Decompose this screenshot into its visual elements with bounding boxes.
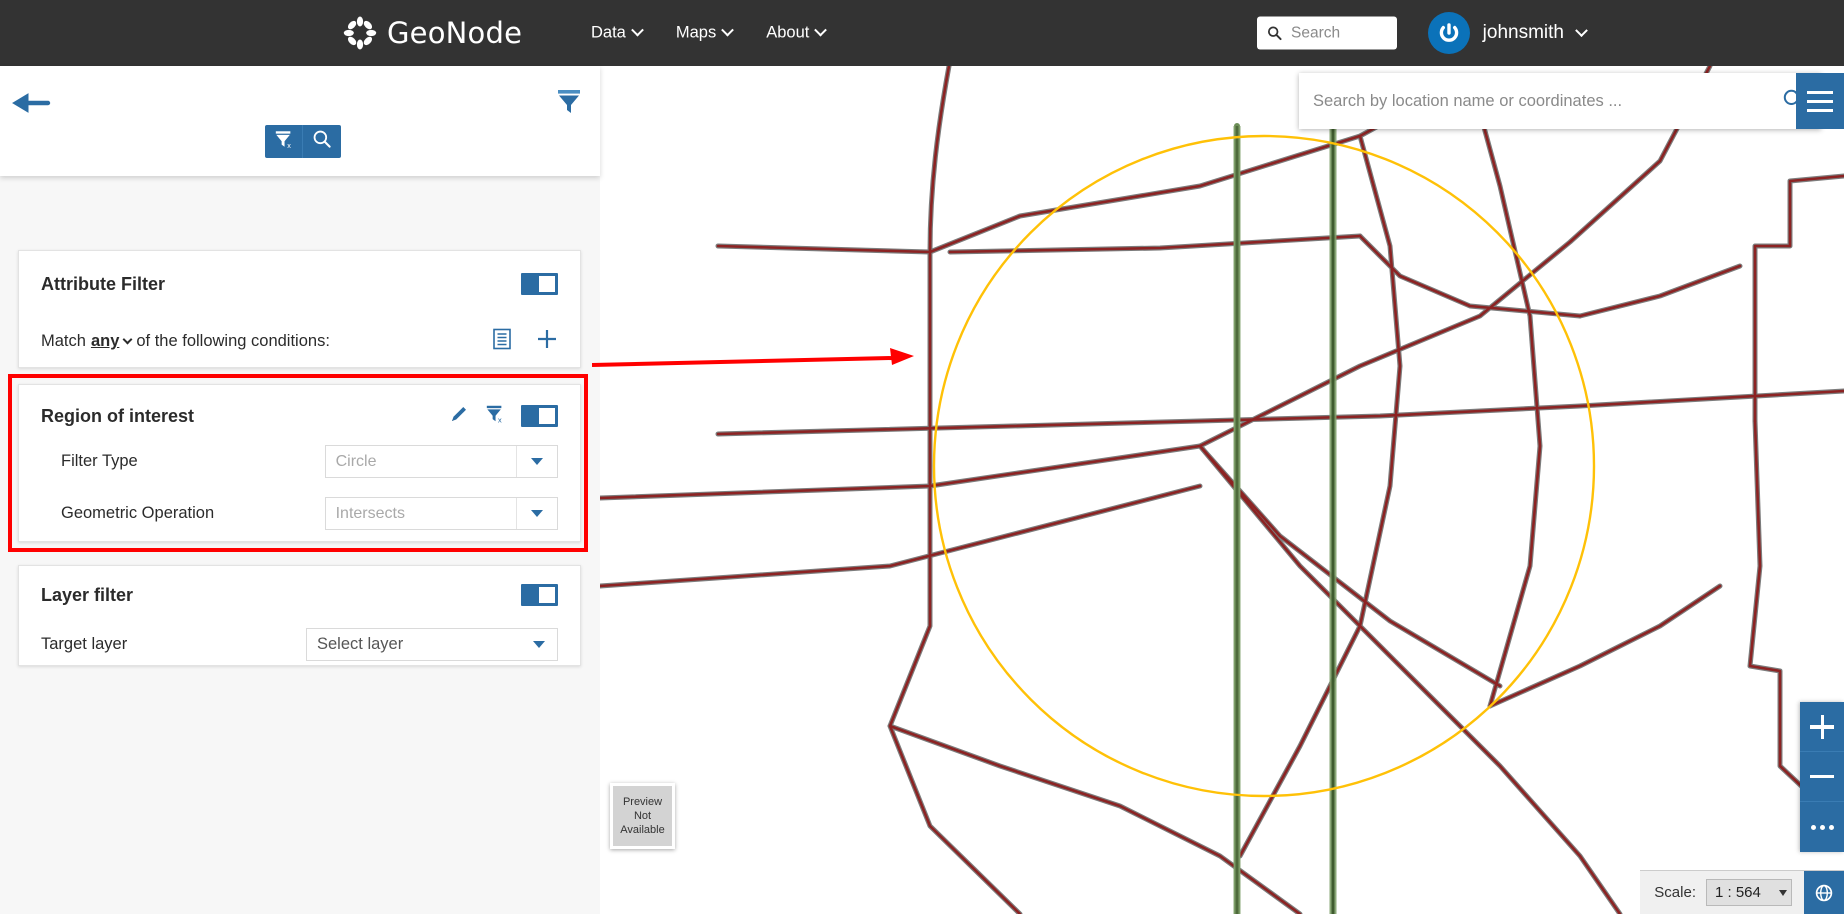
- chevron-down-icon: [814, 23, 828, 37]
- brand-title: GeoNode: [387, 16, 523, 50]
- plus-icon: [1810, 714, 1834, 739]
- svg-text:x: x: [287, 141, 291, 149]
- zoom-out-button[interactable]: [1800, 752, 1844, 802]
- map-canvas[interactable]: Preview Not Available Search by location…: [600, 66, 1844, 914]
- panel-toolbar: x: [265, 125, 341, 158]
- attribute-filter-toggle[interactable]: [521, 273, 558, 295]
- nav-item-about[interactable]: About: [766, 23, 828, 43]
- nav-item-maps-label: Maps: [675, 23, 717, 42]
- search-icon: [1267, 26, 1282, 41]
- annotation-arrow: [592, 348, 914, 367]
- nav-item-data-label: Data: [591, 23, 626, 42]
- scale-select[interactable]: 1 : 564: [1706, 879, 1792, 906]
- map-search-box[interactable]: Search by location name or coordinates .…: [1299, 73, 1821, 129]
- crs-globe-icon[interactable]: [1804, 870, 1844, 914]
- geonode-flower-logo-icon: [343, 16, 377, 50]
- hamburger-menu-icon[interactable]: [1796, 73, 1844, 129]
- match-condition-text: Match any of the following conditions:: [41, 332, 330, 351]
- panel-header: x: [0, 66, 600, 176]
- match-suffix: of the following conditions:: [136, 332, 330, 350]
- match-prefix: Match: [41, 332, 86, 350]
- attribute-filter-card: Attribute Filter Match any of the follow…: [18, 250, 581, 368]
- add-group-icon[interactable]: [492, 328, 512, 355]
- region-of-interest-highlight: [8, 374, 588, 552]
- map-scale-bar: Scale: 1 : 564: [1640, 870, 1844, 914]
- scale-label: Scale:: [1654, 884, 1696, 901]
- attribute-filter-title: Attribute Filter: [41, 273, 165, 294]
- preview-tile-label: Preview Not Available: [620, 795, 665, 837]
- dropdown-arrow-icon: [1779, 889, 1787, 896]
- user-power-avatar-icon: [1427, 12, 1470, 54]
- clear-filter-button[interactable]: x: [265, 125, 303, 158]
- target-layer-select[interactable]: Select layer: [306, 628, 558, 661]
- match-any-dropdown[interactable]: any: [91, 332, 119, 351]
- map-zoom-controls: [1800, 702, 1844, 852]
- ellipsis-icon: [1810, 824, 1834, 830]
- chevron-down-icon: [721, 23, 735, 37]
- user-account-menu[interactable]: johnsmith: [1427, 12, 1588, 54]
- chevron-down-icon: [1575, 23, 1588, 37]
- brand[interactable]: GeoNode: [343, 16, 522, 50]
- layer-filter-card: Layer filter Target layer Select layer: [18, 565, 581, 666]
- global-search-placeholder: Search: [1291, 24, 1341, 41]
- layer-filter-title: Layer filter: [41, 584, 134, 605]
- map-more-options-button[interactable]: [1800, 802, 1844, 852]
- map-search-input[interactable]: Search by location name or coordinates .…: [1299, 92, 1765, 111]
- preview-not-available-tile: Preview Not Available: [610, 783, 675, 849]
- minus-icon: [1810, 774, 1834, 779]
- search-records-button[interactable]: [303, 125, 341, 158]
- chevron-down-icon: [122, 334, 133, 345]
- chevron-down-icon: [630, 23, 644, 37]
- top-navbar: GeoNode Data Maps About Search johnsmith: [0, 0, 1844, 66]
- back-arrow-icon[interactable]: [10, 84, 54, 127]
- dropdown-arrow-icon: [521, 629, 557, 660]
- filter-clear-icon: x: [274, 129, 294, 154]
- search-icon: [312, 129, 332, 154]
- nav-item-maps[interactable]: Maps: [675, 23, 735, 43]
- zoom-in-button[interactable]: [1800, 702, 1844, 752]
- nav-item-about-label: About: [766, 23, 810, 42]
- plus-icon[interactable]: [536, 328, 558, 355]
- filter-funnel-icon[interactable]: [554, 86, 584, 121]
- target-layer-label: Target layer: [41, 635, 128, 653]
- map-vector-layer: [600, 66, 1844, 914]
- username-label: johnsmith: [1482, 22, 1564, 43]
- layer-filter-toggle[interactable]: [521, 584, 558, 606]
- global-search-box[interactable]: Search: [1257, 16, 1397, 50]
- nav-item-data[interactable]: Data: [591, 23, 644, 43]
- main-menu: Data Maps About: [591, 23, 828, 43]
- target-layer-value: Select layer: [317, 635, 404, 653]
- scale-value: 1 : 564: [1715, 884, 1761, 901]
- filter-side-panel: x Attribute Filter Match any of the foll…: [0, 66, 600, 914]
